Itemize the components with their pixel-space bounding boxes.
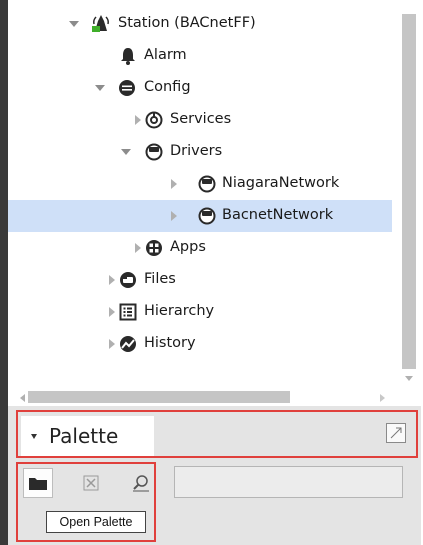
collapsed-toggle-icon[interactable] [168, 178, 180, 190]
tree-node-drivers[interactable]: Drivers [8, 136, 392, 168]
palette-header: Palette [8, 406, 421, 462]
collapsed-toggle-icon[interactable] [106, 306, 118, 318]
palette-search-input[interactable] [174, 466, 403, 498]
nav-tree: Station (BACnetFF) Alarm Config Services… [8, 0, 421, 405]
tree-node-alarm[interactable]: Alarm [8, 40, 392, 72]
files-icon [118, 270, 138, 290]
scroll-down-arrow-icon[interactable] [405, 376, 413, 381]
services-icon [144, 110, 164, 130]
tree-node-history[interactable]: History [8, 328, 392, 360]
tree-node-label: Drivers [170, 143, 223, 159]
hierarchy-icon [118, 302, 138, 322]
open-palette-button[interactable] [23, 468, 53, 498]
expanded-toggle-icon[interactable] [68, 18, 80, 30]
caret-down-icon[interactable] [31, 433, 37, 439]
tree-node-hierarchy[interactable]: Hierarchy [8, 296, 392, 328]
tree-node-files[interactable]: Files [8, 264, 392, 296]
scroll-right-arrow-icon[interactable] [380, 394, 385, 402]
find-palette-button[interactable] [126, 468, 156, 498]
find-icon [133, 475, 149, 492]
collapsed-toggle-icon[interactable] [106, 338, 118, 350]
palette-title: Palette [49, 424, 119, 448]
network-icon [197, 206, 217, 226]
tree-node-bacnetnetwork[interactable]: BacnetNetwork [8, 200, 392, 232]
maximize-button[interactable] [386, 423, 406, 443]
tree-node-label: NiagaraNetwork [222, 175, 340, 191]
close-palette-button[interactable] [76, 468, 106, 498]
vertical-scrollbar-thumb[interactable] [402, 14, 416, 369]
tree-node-niagaranetwork[interactable]: NiagaraNetwork [8, 168, 392, 200]
tree-node-label: Services [170, 111, 232, 127]
vertical-scrollbar[interactable] [400, 8, 418, 388]
tree-node-label: Alarm [144, 47, 187, 63]
tooltip: Open Palette [46, 511, 146, 533]
station-icon [91, 13, 111, 33]
collapsed-toggle-icon[interactable] [168, 210, 180, 222]
drivers-icon [144, 142, 164, 162]
tree-node-label: Config [144, 79, 191, 95]
maximize-icon [390, 427, 402, 439]
palette-tab[interactable]: Palette [21, 416, 154, 456]
tree-node-label: Station (BACnetFF) [118, 15, 256, 31]
tree-node-label: Hierarchy [144, 303, 215, 319]
tree-node-label: Apps [170, 239, 206, 255]
collapsed-toggle-icon[interactable] [132, 114, 144, 126]
horizontal-scrollbar[interactable] [20, 388, 400, 404]
tree-node-label: History [144, 335, 196, 351]
tree-node-label: BacnetNetwork [222, 207, 334, 223]
tree-node-label: Files [144, 271, 176, 287]
left-edge-bar [0, 0, 8, 545]
scroll-left-arrow-icon[interactable] [20, 394, 25, 402]
tree-node-apps[interactable]: Apps [8, 232, 392, 264]
tree-node-station[interactable]: Station (BACnetFF) [8, 8, 392, 40]
palette-body: Open Palette [8, 462, 421, 545]
folder-icon [29, 478, 47, 490]
collapsed-toggle-icon[interactable] [106, 274, 118, 286]
database-icon [117, 78, 137, 98]
network-icon [197, 174, 217, 194]
close-icon [83, 475, 99, 491]
horizontal-scrollbar-thumb[interactable] [28, 391, 290, 403]
expanded-toggle-icon[interactable] [120, 146, 132, 158]
apps-icon [144, 238, 164, 258]
bell-icon [118, 46, 138, 66]
tree-node-config[interactable]: Config [8, 72, 392, 104]
history-icon [118, 334, 138, 354]
expanded-toggle-icon[interactable] [94, 82, 106, 94]
collapsed-toggle-icon[interactable] [132, 242, 144, 254]
tree-node-services[interactable]: Services [8, 104, 392, 136]
